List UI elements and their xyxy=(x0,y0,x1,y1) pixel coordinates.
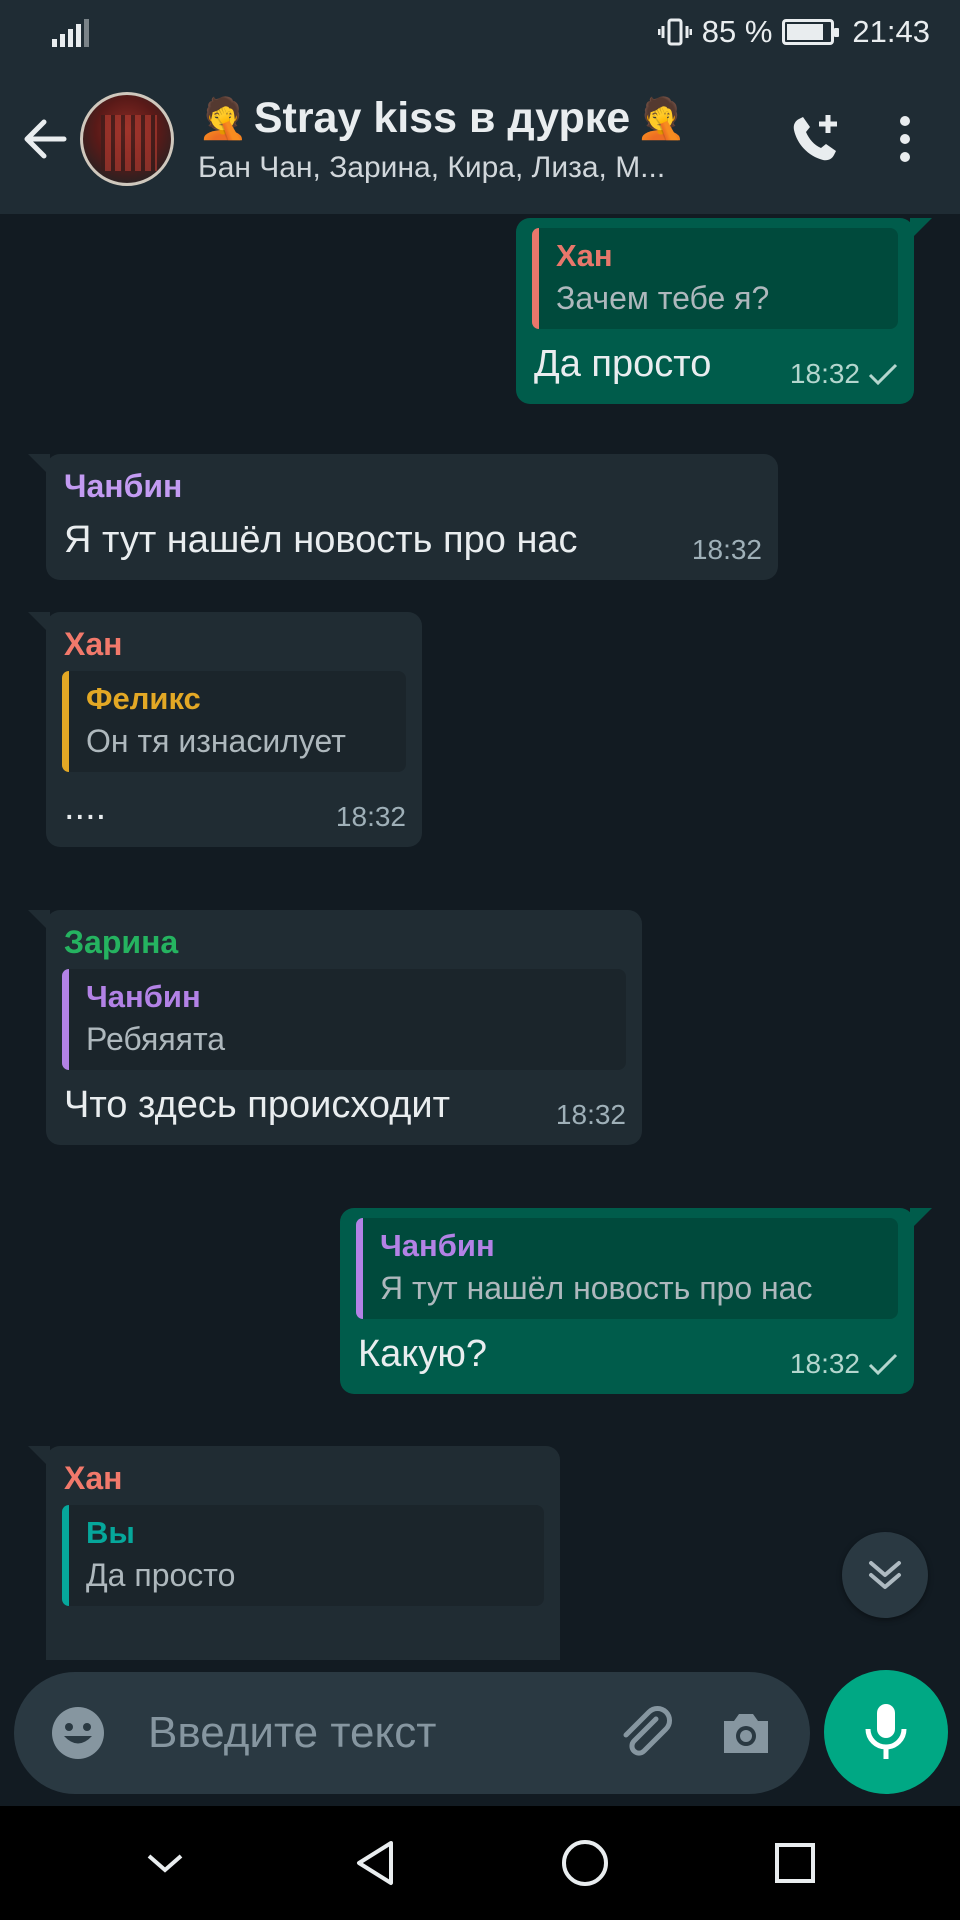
quote-author: Чанбин xyxy=(86,979,201,1014)
quote-author: Хан xyxy=(556,238,613,273)
battery-percent: 85 % xyxy=(701,14,773,49)
message-time: 18:32 xyxy=(555,1099,626,1130)
chevron-down-icon xyxy=(147,1854,183,1873)
scroll-to-bottom-button[interactable] xyxy=(842,1532,928,1618)
clock: 21:43 xyxy=(852,14,930,49)
message-text: Я тут нашёл новость про нас xyxy=(64,519,578,561)
vibrate-icon xyxy=(657,18,692,46)
nav-hide-button[interactable] xyxy=(115,1813,215,1913)
message-list[interactable]: Хан Зачем тебе я? Да просто 18:32 Чанбин… xyxy=(0,214,960,1660)
system-nav-bar xyxy=(0,1806,960,1920)
square-recent-icon xyxy=(775,1843,815,1883)
circle-home-icon xyxy=(562,1840,608,1886)
group-avatar[interactable] xyxy=(80,92,174,186)
message-time: 18:32 xyxy=(691,534,762,565)
chat-title: 🤦 Stray kiss в дурке 🤦 xyxy=(198,94,770,143)
camera-icon xyxy=(724,1714,768,1753)
nav-recent-button[interactable] xyxy=(745,1813,845,1913)
back-button[interactable] xyxy=(10,64,80,214)
facepalm-emoji-icon: 🤦 xyxy=(636,96,687,141)
quote-text: Ребяяята xyxy=(86,1021,226,1057)
chat-participants: Бан Чан, Зарина, Кира, Лиза, М... xyxy=(198,150,666,184)
message-text: .... xyxy=(64,786,107,828)
reply-quote[interactable]: Чанбин Я тут нашёл новость про нас xyxy=(356,1218,898,1319)
message-composer xyxy=(14,1672,810,1794)
quote-text: Он тя изнасилует xyxy=(86,723,346,759)
message-text: Какую? xyxy=(358,1333,487,1375)
emoji-button[interactable] xyxy=(38,1693,118,1773)
battery-icon xyxy=(782,19,840,45)
sender-name: Чанбин xyxy=(64,468,183,504)
status-right: 85 % 21:43 xyxy=(657,14,930,50)
sender-name: Зарина xyxy=(64,924,179,960)
message-outgoing[interactable]: Чанбин Я тут нашёл новость про нас Какую… xyxy=(340,1208,932,1394)
quote-author: Феликс xyxy=(86,681,201,716)
quote-text: Да просто xyxy=(86,1557,236,1593)
mic-icon xyxy=(865,1704,907,1759)
quote-author: Чанбин xyxy=(380,1228,495,1263)
message-text: Да просто xyxy=(534,343,712,385)
voice-record-button[interactable] xyxy=(824,1670,948,1794)
sender-name: Хан xyxy=(64,1460,123,1496)
message-incoming[interactable]: Чанбин Я тут нашёл новость про нас 18:32 xyxy=(28,454,778,580)
double-chevron-down-icon xyxy=(869,1561,901,1589)
message-incoming[interactable]: Хан Вы Да просто xyxy=(28,1446,560,1660)
reply-quote[interactable]: Чанбин Ребяяята xyxy=(62,969,626,1070)
message-time: 18:32 xyxy=(335,801,406,832)
triangle-back-icon xyxy=(357,1841,393,1885)
nav-home-button[interactable] xyxy=(535,1813,635,1913)
status-bar: 85 % 21:43 xyxy=(0,0,960,64)
reply-quote[interactable]: Вы Да просто xyxy=(62,1505,544,1606)
message-outgoing[interactable]: Хан Зачем тебе я? Да просто 18:32 xyxy=(516,218,932,404)
chat-header: 🤦 Stray kiss в дурке 🤦 Бан Чан, Зарина, … xyxy=(0,64,960,214)
check-icon xyxy=(868,363,898,386)
more-vert-icon xyxy=(900,116,910,162)
attach-button[interactable] xyxy=(606,1693,686,1773)
message-time: 18:32 xyxy=(789,358,860,389)
camera-button[interactable] xyxy=(706,1693,786,1773)
sender-name: Хан xyxy=(64,626,123,662)
chat-title-text: Stray kiss в дурке xyxy=(253,93,631,142)
reply-quote[interactable]: Феликс Он тя изнасилует xyxy=(62,671,406,772)
message-time: 18:32 xyxy=(789,1348,860,1379)
check-icon xyxy=(868,1353,898,1376)
reply-quote[interactable]: Хан Зачем тебе я? xyxy=(532,228,898,329)
quote-author: Вы xyxy=(86,1515,135,1550)
message-input[interactable] xyxy=(148,1708,606,1758)
quote-text: Зачем тебе я? xyxy=(556,280,770,316)
emoji-icon xyxy=(52,1707,104,1759)
arrow-left-icon xyxy=(24,119,67,159)
paperclip-icon xyxy=(623,1706,672,1756)
add-call-button[interactable] xyxy=(770,64,860,214)
message-incoming[interactable]: Хан Феликс Он тя изнасилует .... 18:32 xyxy=(28,612,422,847)
menu-button[interactable] xyxy=(860,64,950,214)
facepalm-emoji-icon: 🤦 xyxy=(198,96,248,141)
signal-icon xyxy=(52,17,89,47)
message-text: Что здесь происходит xyxy=(64,1084,450,1126)
nav-back-button[interactable] xyxy=(325,1813,425,1913)
phone-plus-icon xyxy=(793,115,837,161)
battery-level xyxy=(787,24,824,40)
chat-title-block[interactable]: 🤦 Stray kiss в дурке 🤦 Бан Чан, Зарина, … xyxy=(198,94,770,185)
message-incoming[interactable]: Зарина Чанбин Ребяяята Что здесь происхо… xyxy=(28,910,642,1145)
quote-text: Я тут нашёл новость про нас xyxy=(380,1270,813,1306)
